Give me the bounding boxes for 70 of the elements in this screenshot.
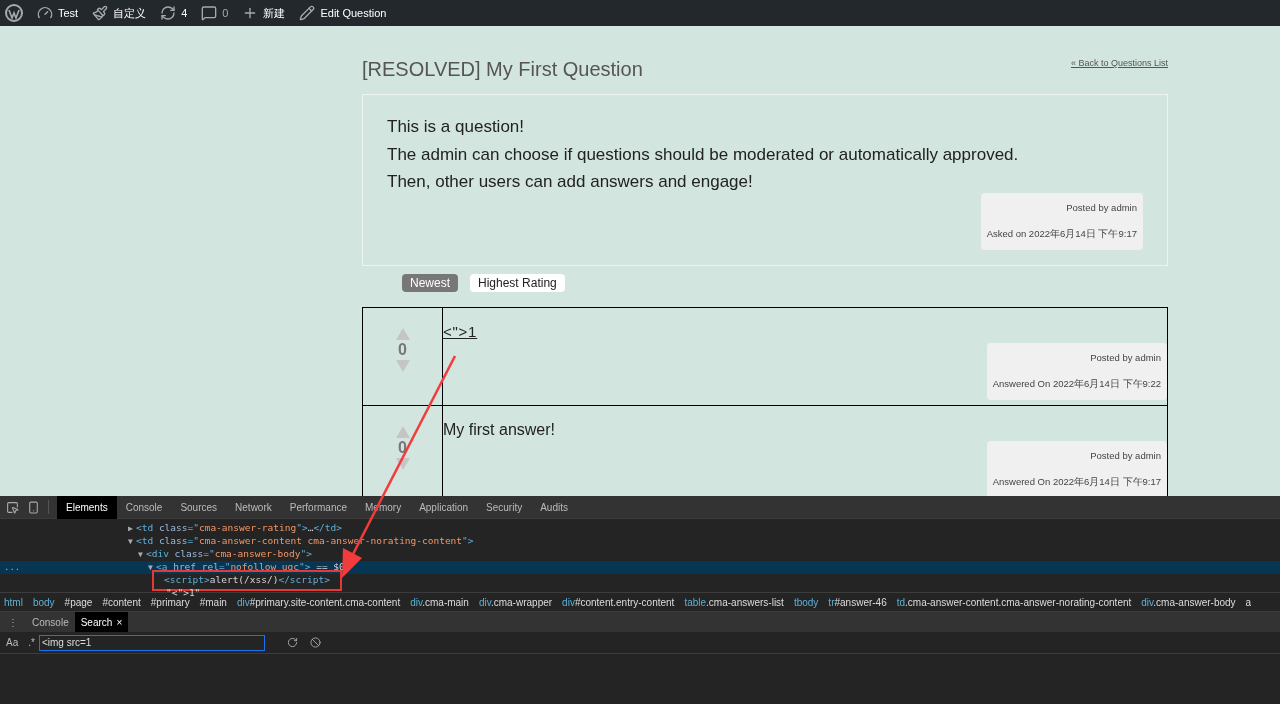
refresh-icon	[160, 5, 177, 21]
devtools-tab[interactable]: Application	[410, 495, 478, 519]
admin-bar-link[interactable]: Test	[58, 4, 79, 22]
case-toggle[interactable]: Aa	[6, 635, 19, 650]
admin-bar-link[interactable]: Edit Question	[320, 4, 387, 22]
posted-by: Posted by admin	[1065, 201, 1137, 215]
comment-icon	[201, 5, 218, 21]
devtools-tab[interactable]: Security	[477, 495, 532, 519]
sort-tab[interactable]: Newest	[402, 274, 458, 292]
devtools-tab[interactable]: Performance	[280, 495, 356, 519]
dom-row[interactable]: ▼ <div class="cma-answer-body">	[0, 548, 1280, 561]
question-title: [RESOLVED] My First Question	[362, 57, 643, 82]
answer-text: My first answer!	[443, 421, 555, 438]
admin-bar-link[interactable]: 0	[222, 4, 229, 22]
breadcrumb-item[interactable]: div.cma-answer-body	[1141, 594, 1236, 610]
dom-row[interactable]: ▶ <td class="cma-answer-rating">…</td>	[0, 522, 1280, 535]
code-line: <td class="cma-answer-rating">…</td>	[136, 521, 342, 536]
downvote-icon[interactable]	[395, 458, 410, 470]
answer-link[interactable]: <">1	[443, 323, 478, 340]
vote-count: 0	[398, 340, 407, 360]
breadcrumb-item[interactable]: div#content.entry-content	[562, 594, 675, 610]
row-marker: ...	[4, 560, 21, 574]
code-line: <div class="cma-answer-body">	[146, 547, 312, 562]
post-date: Answered On 2022年6月14日 下午9:17	[992, 475, 1161, 490]
refresh-icon[interactable]	[286, 637, 298, 648]
breadcrumb-item[interactable]: div#primary.site-content.cma-content	[236, 594, 401, 610]
posted-by: Posted by admin	[1089, 449, 1161, 463]
breadcrumb-item[interactable]: body	[32, 594, 55, 610]
post-date: Answered On 2022年6月14日 下午9:22	[992, 377, 1161, 392]
drawer-tab[interactable]: Console	[26, 611, 75, 633]
question-text: This is a question!	[387, 116, 525, 138]
breadcrumb-item[interactable]: div.cma-main	[410, 594, 469, 610]
breadcrumb-item[interactable]: tr#answer-46	[828, 594, 887, 610]
admin-bar-link[interactable]: 自定义	[113, 4, 147, 22]
devtools-tab[interactable]: Elements	[57, 495, 117, 519]
search-field[interactable]: <img src=1	[38, 634, 265, 651]
breadcrumb-item[interactable]: table.cma-answers-list	[684, 594, 784, 610]
gauge-icon	[37, 5, 53, 21]
breadcrumb-item[interactable]: div.cma-wrapper	[478, 594, 553, 610]
admin-bar-link[interactable]: 新建	[263, 4, 286, 22]
breadcrumb-item[interactable]: td.cma-answer-content.cma-answer-norating-content	[896, 594, 1132, 610]
breadcrumb-item[interactable]: tbody	[793, 594, 819, 610]
devtools-tab[interactable]: Sources	[171, 495, 227, 519]
drawer-tab[interactable]: Search ×	[74, 611, 129, 633]
post-date: Asked on 2022年6月14日 下午9:17	[986, 227, 1137, 242]
drawer-menu[interactable]: ⋮	[0, 614, 26, 630]
breadcrumb-item[interactable]: html	[4, 594, 23, 610]
posted-by: Posted by admin	[1089, 351, 1161, 365]
question-text: Then, other users can add answers and engage!	[387, 171, 754, 193]
admin-bar-link[interactable]: 4	[181, 4, 188, 22]
brush-icon	[92, 5, 109, 21]
clear-icon[interactable]	[309, 637, 321, 648]
expand-arrow[interactable]: ▼	[128, 535, 136, 548]
pencil-icon	[299, 5, 316, 21]
breadcrumb-item[interactable]: #content	[102, 594, 141, 610]
expand-arrow[interactable]: ▼	[138, 548, 146, 561]
question-text: The admin can choose if questions should be moderated or automatically approved.	[387, 143, 1020, 166]
back-link[interactable]: « Back to Questions List	[1070, 57, 1168, 71]
breadcrumb-item[interactable]: #page	[64, 594, 93, 610]
devtools-tab[interactable]: Console	[116, 495, 172, 519]
devtools-tab[interactable]: Network	[226, 495, 281, 519]
expand-arrow[interactable]: ▶	[128, 522, 136, 535]
devtools-tab[interactable]: Audits	[531, 495, 577, 519]
inspect-icon[interactable]	[6, 500, 19, 514]
regex-toggle[interactable]: .*	[28, 635, 35, 650]
breadcrumb-item[interactable]: #main	[199, 594, 227, 610]
vote-count: 0	[398, 438, 407, 458]
device-icon[interactable]	[27, 500, 40, 514]
logo-icon[interactable]	[5, 4, 23, 22]
sort-tab[interactable]: Highest Rating	[470, 274, 565, 292]
